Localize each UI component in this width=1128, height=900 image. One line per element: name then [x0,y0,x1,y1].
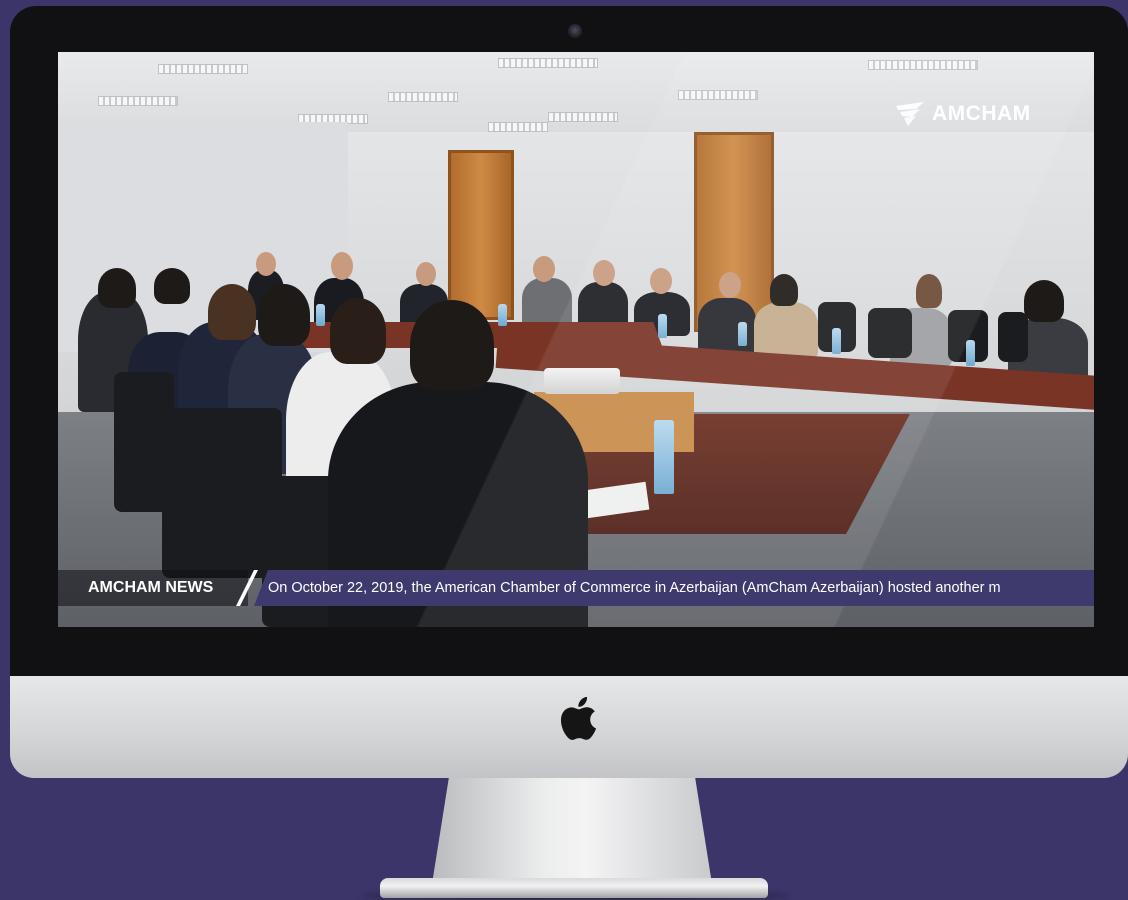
monitor-stand-base [380,878,768,898]
person [754,302,818,358]
person [522,278,572,328]
person-head [593,260,615,286]
person-head [916,274,942,308]
water-bottle [966,340,975,366]
person-head [416,262,436,286]
ceiling-light [498,58,598,68]
person-head [330,298,386,364]
brand-logo: AMCHAM [894,98,1031,130]
person-head [256,252,276,276]
projector [544,368,620,394]
water-bottle [654,420,674,494]
webcam-icon [568,24,582,38]
ceiling-light [98,96,178,106]
person-head [98,268,136,308]
person-head [331,252,353,280]
news-ticker[interactable]: AMCHAM NEWS On October 22, 2019, the Ame… [58,570,1094,606]
water-bottle [738,322,747,346]
ceiling-light [158,64,248,74]
water-bottle [658,314,667,338]
amcham-wing-icon [896,102,924,126]
ceiling-light [678,90,758,100]
person-head [533,256,555,282]
person-head [410,300,494,390]
apple-icon [560,696,597,740]
water-bottle [832,328,841,354]
ceiling-light [488,122,548,132]
ceiling-light [548,112,618,122]
office-chair [998,312,1028,362]
person [698,298,756,354]
person-head [770,274,798,306]
monitor-screen: AMCHAM AMCHAM NEWS On October 22, 2019, … [58,52,1094,627]
monitor-stand [432,778,712,884]
news-ticker-text[interactable]: On October 22, 2019, the American Chambe… [254,570,1094,606]
person-head [258,284,310,346]
water-bottle [316,304,325,326]
person-head [154,268,190,304]
door [448,150,514,320]
ceiling-light [868,60,978,70]
water-bottle [498,304,507,326]
person-head [650,268,672,294]
office-chair [868,308,912,358]
person-head [1024,280,1064,322]
person-head [208,284,256,340]
ceiling-light [388,92,458,102]
brand-name: AMCHAM [932,102,1031,125]
news-ticker-label: AMCHAM NEWS [58,570,248,606]
person-head [719,272,741,298]
